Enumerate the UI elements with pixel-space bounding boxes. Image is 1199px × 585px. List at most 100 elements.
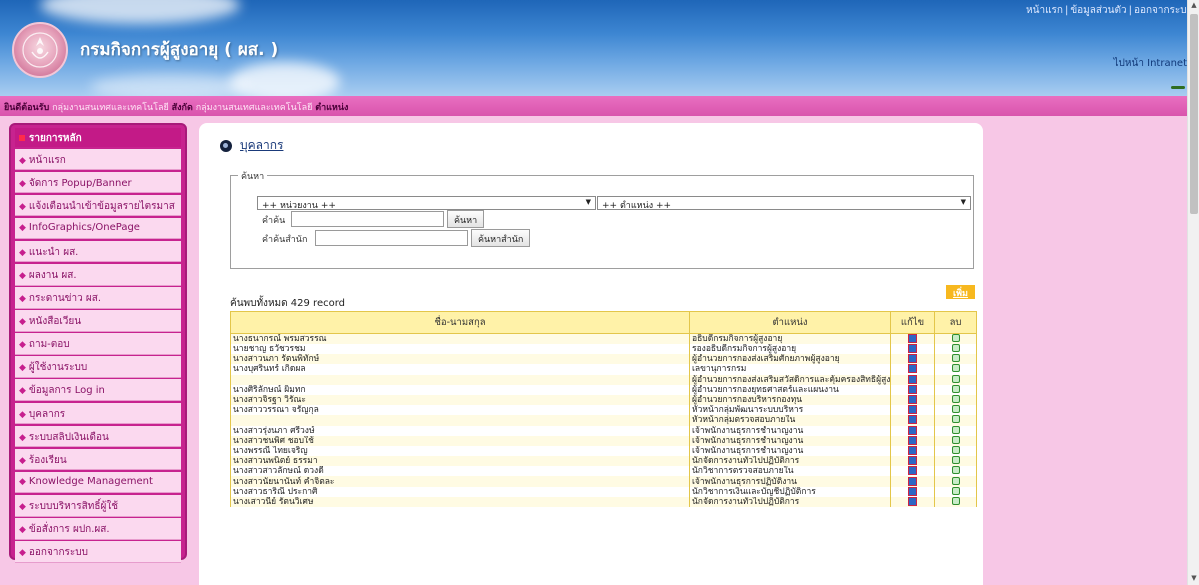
- department-logo[interactable]: [12, 22, 68, 78]
- delete-icon[interactable]: [951, 405, 960, 414]
- page-scrollbar[interactable]: ▲ ▼: [1187, 0, 1199, 585]
- edit-icon[interactable]: [908, 425, 917, 435]
- edit-icon[interactable]: [908, 354, 917, 364]
- position-select[interactable]: ++ ตำแหน่ง ++ ▼: [597, 196, 971, 211]
- delete-icon[interactable]: [951, 364, 960, 373]
- cell-name: นางพรรณี ไทยเจริญ: [230, 445, 690, 457]
- sidebar-item-users[interactable]: ◆ ผู้ใช้งานระบบ: [15, 356, 181, 378]
- sidebar-item-logout[interactable]: ◆ ออกจากระบบ: [15, 541, 181, 563]
- home-link[interactable]: หน้าแรก: [1026, 5, 1063, 16]
- profile-link[interactable]: ข้อมูลส่วนตัว: [1070, 5, 1126, 16]
- cell-position: นักวิชาการตรวจสอบภายใน: [689, 466, 891, 477]
- bullet-icon: ◆: [19, 294, 26, 305]
- sidebar-item-faq[interactable]: ◆ ถาม-ตอบ: [15, 333, 181, 355]
- column-header-name: ชื่อ-นามสกุล: [230, 311, 690, 334]
- edit-icon[interactable]: [908, 344, 917, 354]
- edit-icon[interactable]: [908, 405, 917, 415]
- intranet-link[interactable]: ไปหน้า Intranet: [1114, 56, 1187, 71]
- sidebar-item-knowledge-management[interactable]: ◆ Knowledge Management: [15, 471, 181, 494]
- delete-icon[interactable]: [951, 384, 960, 393]
- sidebar-item-login-log[interactable]: ◆ ข้อมูลการ Log in: [15, 379, 181, 402]
- cell-name: นางบุศรินทร์ เกิดผล: [230, 364, 690, 375]
- scroll-up-arrow-icon[interactable]: ▲: [1189, 1, 1199, 11]
- sidebar-item-home[interactable]: ◆ หน้าแรก: [15, 148, 181, 171]
- delete-icon[interactable]: [951, 496, 960, 505]
- site-header: กรมกิจการผู้สูงอายุ ( ผส. ) หน้าแรก | ข้อม…: [0, 0, 1199, 96]
- bullet-icon: ◆: [19, 409, 26, 420]
- delete-icon[interactable]: [951, 466, 960, 475]
- page-heading: บุคลากร: [220, 136, 283, 155]
- sidebar-item-label: จัดการ Popup/Banner: [28, 177, 132, 189]
- edit-icon[interactable]: [908, 395, 917, 405]
- sidebar-item-salary-slip[interactable]: ◆ ระบบสลิปเงินเดือน: [15, 425, 181, 448]
- sidebar-item-user-permissions[interactable]: ◆ ระบบบริหารสิทธิ์ผู้ใช้: [15, 494, 181, 517]
- delete-icon[interactable]: [951, 334, 960, 342]
- edit-icon[interactable]: [908, 456, 917, 466]
- delete-icon[interactable]: [951, 344, 960, 353]
- edit-icon[interactable]: [908, 384, 917, 394]
- sidebar-item-circulars[interactable]: ◆ หนังสือเวียน: [15, 310, 181, 332]
- delete-icon[interactable]: [951, 476, 960, 485]
- edit-icon[interactable]: [908, 435, 917, 445]
- table-row: นางสาวสาวลักษณ์ ดวงดี นักวิชาการตรวจสอบภา…: [230, 466, 977, 477]
- edit-icon[interactable]: [908, 496, 917, 506]
- search-button[interactable]: ค้นหา: [447, 210, 485, 228]
- delete-icon[interactable]: [951, 415, 960, 424]
- sidebar-item-news-board[interactable]: ◆ กระดานข่าว ผส.: [15, 287, 181, 309]
- cell-position: รองอธิบดีกรมกิจการผู้สูงอายุ: [689, 344, 891, 355]
- cell-position: นักวิชาการเงินและบัญชีปฏิบัติการ: [689, 486, 891, 497]
- table-row: ผู้อำนวยการกองส่งเสริมสวัสดิการและคุ้มคร…: [230, 374, 977, 385]
- delete-icon[interactable]: [951, 445, 960, 454]
- unit-select[interactable]: ++ หน่วยงาน ++ ▼: [257, 196, 596, 211]
- edit-icon[interactable]: [908, 364, 917, 374]
- edit-icon[interactable]: [908, 445, 917, 455]
- cell-position: ผู้อำนวยการกองส่งเสริมศักยภาพผู้สูงอายุ: [689, 354, 891, 365]
- keyword-input[interactable]: [291, 211, 444, 227]
- sidebar-item-introduction[interactable]: ◆ แนะนำ ผส.: [15, 240, 181, 263]
- cell-name: นางสาวสาวลักษณ์ ดวงดี: [230, 466, 690, 477]
- scrollbar-thumb[interactable]: [1190, 14, 1198, 214]
- delete-icon[interactable]: [951, 395, 960, 404]
- search-legend: ค้นหา: [238, 169, 268, 183]
- add-record-button[interactable]: เพิ่มข้อมูล: [946, 285, 975, 313]
- sidebar-item-quarterly-import-alert[interactable]: ◆ แจ้งเตือนนำเข้าข้อมูลรายไตรมาส: [15, 194, 181, 217]
- header-cloud: [90, 74, 250, 96]
- sidebar-item-personnel[interactable]: ◆ บุคลากร: [15, 402, 181, 425]
- table-header-row: ชื่อ-นามสกุล ตำแหน่ง แก้ไข ลบ: [230, 311, 977, 334]
- delete-icon[interactable]: [951, 456, 960, 465]
- bullet-icon: ◆: [19, 476, 26, 487]
- office-keyword-input[interactable]: [315, 230, 468, 246]
- delete-icon[interactable]: [951, 354, 960, 363]
- edit-icon[interactable]: [908, 486, 917, 496]
- office-search-button[interactable]: ค้นหาสำนัก: [471, 229, 531, 247]
- delete-icon[interactable]: [951, 435, 960, 444]
- leaf-decoration: [1171, 86, 1185, 89]
- sidebar-item-complaints[interactable]: ◆ ร้องเรียน: [15, 448, 181, 471]
- bullet-icon: ◆: [19, 386, 26, 397]
- bullet-icon: ◆: [19, 501, 26, 512]
- page-title[interactable]: บุคลากร: [240, 138, 283, 152]
- sidebar-item-popup-banner[interactable]: ◆ จัดการ Popup/Banner: [15, 171, 181, 194]
- table-row: นางเสาวนีย์ รัตนวิเศษ นักจัดการงานทั่วไปป…: [230, 496, 977, 507]
- delete-icon[interactable]: [951, 486, 960, 495]
- edit-icon[interactable]: [908, 476, 917, 486]
- sidebar-menu: รายการหลัก ◆ หน้าแรก ◆ จัดการ Popup/Banner…: [9, 123, 187, 563]
- edit-icon[interactable]: [908, 334, 917, 343]
- edit-icon[interactable]: [908, 466, 917, 476]
- bullet-icon: ◆: [19, 363, 26, 374]
- cell-position: เลขานุการกรม: [689, 364, 891, 375]
- table-row: นางสาวรุ่งนภา ศรีวงษ์ เจ้าพนักงานธุรการชำ…: [230, 425, 977, 436]
- cell-name: นางศิริลักษณ์ ผิมทก: [230, 384, 690, 395]
- delete-icon[interactable]: [951, 425, 960, 434]
- logout-link[interactable]: ออกจากระบบ: [1134, 5, 1193, 16]
- sidebar-item-infographics[interactable]: ◆ InfoGraphics/OnePage: [15, 217, 181, 240]
- delete-icon[interactable]: [951, 374, 960, 383]
- scroll-down-arrow-icon[interactable]: ▼: [1189, 574, 1199, 584]
- sidebar-item-achievements[interactable]: ◆ ผลงาน ผส.: [15, 263, 181, 286]
- edit-icon[interactable]: [908, 415, 917, 425]
- cell-name: นางธนากรณ์ พรมสวรรณ: [230, 333, 690, 344]
- sidebar-item-label: ข้อสั่งการ ผปก.ผส.: [28, 524, 110, 535]
- edit-icon[interactable]: [908, 374, 917, 384]
- sidebar-item-directives[interactable]: ◆ ข้อสั่งการ ผปก.ผส.: [15, 518, 181, 540]
- cell-name: นางสาวนภา รัตนพิทักษ์: [230, 354, 690, 365]
